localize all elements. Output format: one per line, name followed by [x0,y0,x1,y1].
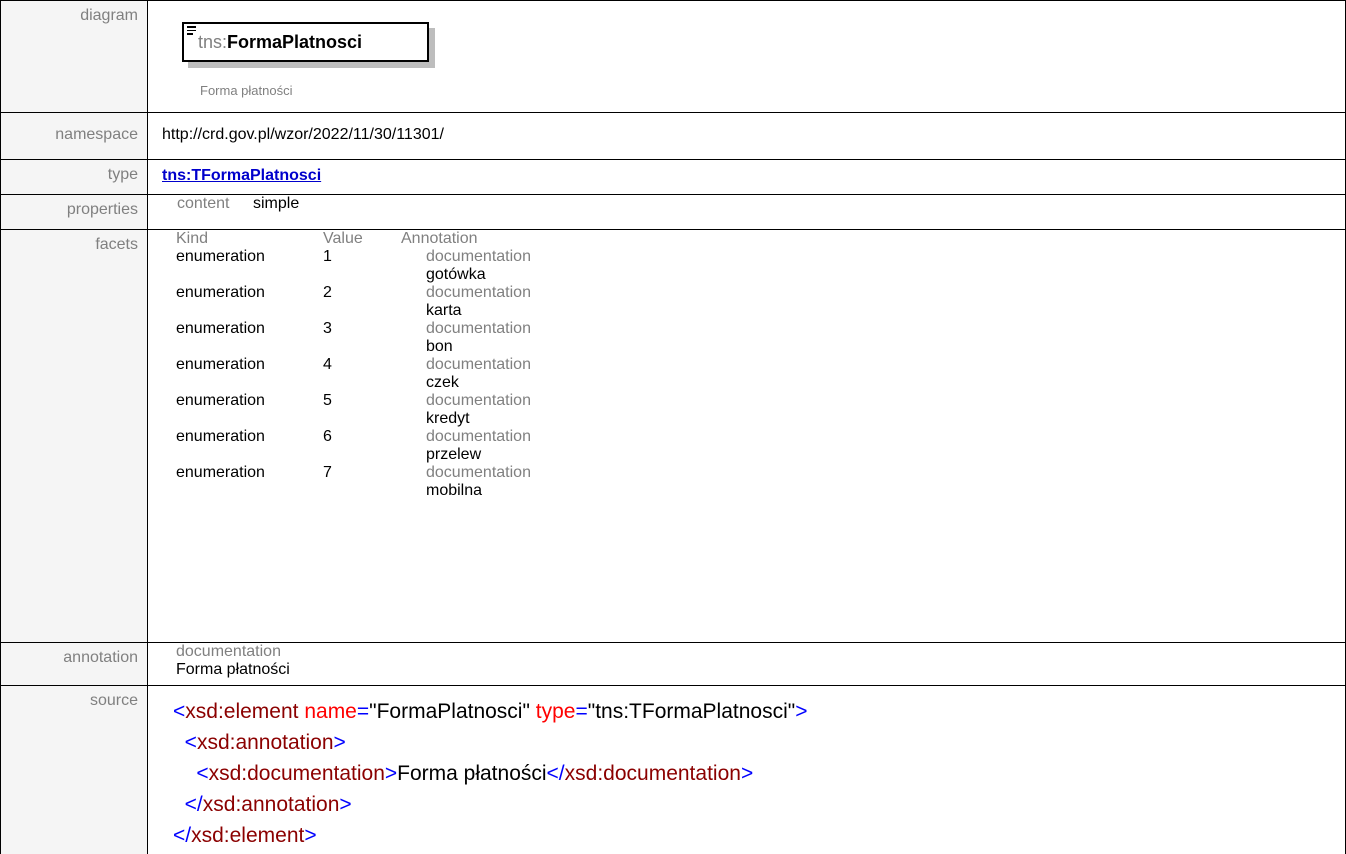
facet-doc-text: przelew [426,446,531,464]
source-code: <xsd:element name="FormaPlatnosci" type=… [173,696,1345,851]
element-name: tns:FormaPlatnosci [198,32,362,53]
annotation-text: Forma płatności [176,661,1345,679]
facet-doc-label: documentation [426,248,531,266]
element-documentation: Forma płatności [200,83,292,98]
type-row: type tns:TFormaPlatnosci [1,160,1346,195]
source-line-5: </xsd:element> [173,820,1345,851]
facets-table: Kind Value Annotation enumeration1docume… [176,230,1345,500]
facet-value: 3 [323,320,401,356]
namespace-row: namespace http://crd.gov.pl/wzor/2022/11… [1,113,1346,160]
diagram-label: diagram [1,1,148,113]
facet-doc-label: documentation [426,320,531,338]
element-diagram[interactable]: tns:FormaPlatnosci Forma płatności [182,22,442,106]
facet-value: 7 [323,464,401,500]
namespace-label: namespace [1,113,148,160]
facet-value: 6 [323,428,401,464]
facets-label: facets [1,230,148,643]
source-line-1: <xsd:element name="FormaPlatnosci" type=… [173,696,1345,727]
facet-doc-label: documentation [426,392,531,410]
annotation-label: annotation [1,643,148,686]
facet-doc-text: karta [426,302,531,320]
facet-row: enumeration7documentationmobilna [176,464,1345,500]
annotation-row: annotation documentation Forma płatności [1,643,1346,686]
header-kind: Kind [176,230,323,248]
properties-row: properties content simple [1,195,1346,230]
facet-value: 2 [323,284,401,320]
type-link[interactable]: tns:TFormaPlatnosci [162,167,321,185]
diagram-row: diagram tns:FormaPlatnosci Forma płatnoś… [1,1,1346,113]
element-prefix: tns: [198,32,227,52]
facet-value: 5 [323,392,401,428]
facet-doc-text: gotówka [426,266,531,284]
facet-row: enumeration2documentationkarta [176,284,1345,320]
facets-header: Kind Value Annotation [176,230,1345,248]
diagram-cell: tns:FormaPlatnosci Forma płatności [148,1,1346,113]
facet-kind: enumeration [176,464,323,500]
annotation-block: documentation Forma płatności [176,643,1345,679]
properties-label: properties [1,195,148,230]
facet-row: enumeration6documentationprzelew [176,428,1345,464]
facet-doc-text: bon [426,338,531,356]
property-key: content [177,195,253,213]
namespace-value: http://crd.gov.pl/wzor/2022/11/30/11301/ [162,126,1345,144]
facet-annotation: documentationczek [401,356,531,392]
facet-annotation: documentationkredyt [401,392,531,428]
facet-kind: enumeration [176,284,323,320]
source-line-2: <xsd:annotation> [173,727,1345,758]
facet-row: enumeration1documentationgotówka [176,248,1345,284]
facets-row: facets Kind Value Annotation enumeration… [1,230,1346,643]
facet-doc-label: documentation [426,284,531,302]
header-value: Value [323,230,401,248]
facet-annotation: documentationprzelew [401,428,531,464]
facet-rows: enumeration1documentationgotówkaenumerat… [176,248,1345,500]
schema-doc-table: diagram tns:FormaPlatnosci Forma płatnoś… [0,0,1346,854]
facet-row: enumeration3documentationbon [176,320,1345,356]
facet-annotation: documentationkarta [401,284,531,320]
element-box[interactable]: tns:FormaPlatnosci [182,22,429,62]
annotation-doc-label: documentation [176,643,1345,661]
facet-doc-text: kredyt [426,410,531,428]
source-line-3: <xsd:documentation>Forma płatności</xsd:… [173,758,1345,789]
facet-annotation: documentationbon [401,320,531,356]
facet-kind: enumeration [176,320,323,356]
facet-doc-text: mobilna [426,482,531,500]
facet-kind: enumeration [176,428,323,464]
source-label: source [1,686,148,854]
facet-kind: enumeration [176,392,323,428]
type-label: type [1,160,148,195]
facet-kind: enumeration [176,248,323,284]
facet-annotation: documentationgotówka [401,248,531,284]
header-annotation: Annotation [401,230,478,248]
facet-doc-label: documentation [426,464,531,482]
property-value: simple [253,195,1345,213]
facet-doc-label: documentation [426,356,531,374]
facet-value: 1 [323,248,401,284]
properties-grid: content simple [177,195,1345,213]
element-local-name: FormaPlatnosci [227,32,362,52]
facet-doc-label: documentation [426,428,531,446]
facet-kind: enumeration [176,356,323,392]
facet-row: enumeration4documentationczek [176,356,1345,392]
element-content-icon [187,26,197,37]
source-line-4: </xsd:annotation> [173,789,1345,820]
facet-annotation: documentationmobilna [401,464,531,500]
facet-doc-text: czek [426,374,531,392]
facet-row: enumeration5documentationkredyt [176,392,1345,428]
source-row: source <xsd:element name="FormaPlatnosci… [1,686,1346,854]
facet-value: 4 [323,356,401,392]
